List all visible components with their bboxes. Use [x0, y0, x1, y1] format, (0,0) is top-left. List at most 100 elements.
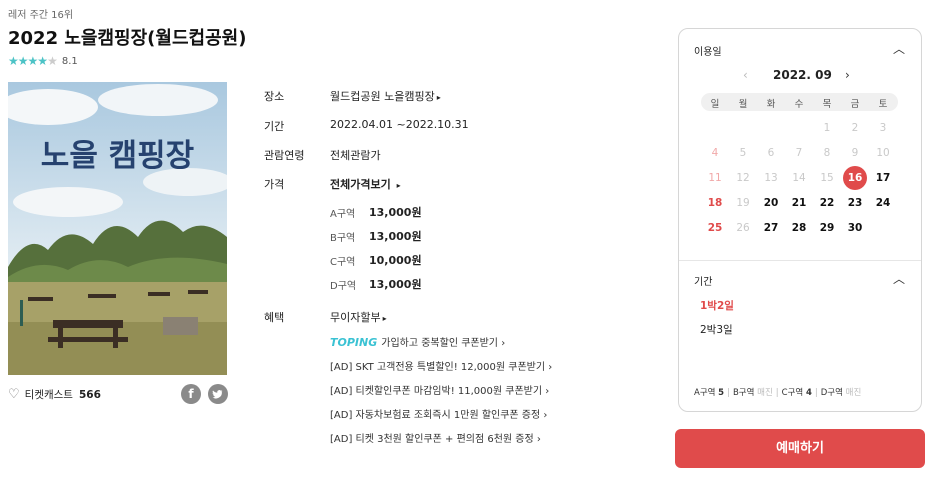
- price-amount: 13,000원: [369, 278, 422, 291]
- zone-availability: A구역 5 | B구역 매진 | C구역 4 | D구역 매진: [694, 388, 862, 398]
- weekday: 월: [738, 99, 748, 110]
- calendar-day[interactable]: 27: [757, 222, 785, 234]
- calendar-day[interactable]: 22: [813, 197, 841, 209]
- rating-stars: ★★★★★: [8, 54, 58, 68]
- ticketcast-like[interactable]: ♡ 티켓캐스트 566: [8, 387, 101, 402]
- calendar-day: 11: [708, 172, 722, 184]
- installment-link[interactable]: 무이자할부 ▸: [330, 309, 387, 325]
- weekday: 금: [850, 99, 860, 110]
- benefit-text: [AD] 티켓 3천원 할인쿠폰 + 편의점 6천원 증정: [330, 434, 534, 445]
- book-button[interactable]: 예매하기: [675, 429, 925, 468]
- zone-count: 매진: [845, 388, 862, 398]
- calendar-month: 2022. 09: [773, 68, 832, 82]
- calendar-day[interactable]: 21: [785, 197, 813, 209]
- poster-title: 노을 캠핑장: [40, 138, 195, 174]
- ticketcast-count: 566: [78, 388, 101, 401]
- date-section-title: 이용일: [694, 47, 722, 58]
- price-amount: 13,000원: [369, 230, 422, 243]
- next-month-icon[interactable]: ›: [845, 68, 850, 82]
- chevron-up-icon[interactable]: ︿: [893, 270, 905, 287]
- calendar-day: 15: [820, 172, 834, 184]
- age-value: 전체관람가: [330, 149, 381, 162]
- zone-name: C구역: [781, 388, 804, 398]
- zone-count: 5: [718, 388, 725, 398]
- benefit-link[interactable]: [AD] 자동차보험료 조회즉시 1만원 할인쿠폰 증정 ›: [330, 406, 547, 421]
- calendar-day[interactable]: 28: [785, 222, 813, 234]
- booking-panel: [678, 28, 922, 412]
- calendar-day[interactable]: 20: [757, 197, 785, 209]
- place-value: 월드컵공원 노을캠핑장: [330, 90, 435, 103]
- poster-image: 노을 캠핑장: [8, 82, 227, 375]
- weekday: 목: [822, 99, 832, 110]
- weekday: 화: [766, 99, 776, 110]
- calendar-day: 7: [795, 147, 803, 159]
- calendar-day[interactable]: 24: [869, 197, 897, 209]
- campsite-photo: [8, 82, 227, 375]
- duration-option-selected[interactable]: 1박2일: [700, 298, 734, 313]
- calendar-day: 6: [767, 147, 775, 159]
- chevron-up-icon[interactable]: ︿: [893, 40, 905, 57]
- twitter-bird-icon: [212, 390, 223, 399]
- price-zone: D구역: [330, 281, 357, 292]
- duration-option[interactable]: 2박3일: [700, 322, 733, 337]
- calendar-day: 26: [736, 222, 750, 234]
- calendar-day[interactable]: 18: [701, 197, 729, 209]
- rating-value: 8.1: [61, 55, 78, 67]
- prev-month-icon[interactable]: ‹: [743, 68, 748, 82]
- view-all-prices-link[interactable]: 전체가격보기 ▸: [330, 176, 401, 192]
- calendar-day[interactable]: 25: [701, 222, 729, 234]
- star-icon: ★: [27, 54, 39, 68]
- zone-name: B구역: [732, 388, 755, 398]
- price-zone: A구역: [330, 209, 356, 220]
- calendar-day: 4: [711, 147, 719, 159]
- benefit-text: 가입하고 중복할인 쿠폰받기: [381, 338, 499, 349]
- calendar-day[interactable]: 30: [841, 222, 869, 234]
- place-link[interactable]: 월드컵공원 노을캠핑장 ▸: [330, 88, 441, 104]
- heart-icon[interactable]: ♡: [8, 387, 20, 402]
- zone-count: 4: [805, 388, 812, 398]
- duration-section-title: 기간: [694, 277, 713, 288]
- weekday: 일: [710, 99, 720, 110]
- weekday: 토: [878, 99, 888, 110]
- benefit-link[interactable]: [AD] 티켓할인쿠폰 마감임박! 11,000원 쿠폰받기 ›: [330, 382, 549, 397]
- calendar-day[interactable]: 29: [813, 222, 841, 234]
- zone-count: 매진: [757, 388, 773, 398]
- price-amount: 10,000원: [369, 254, 422, 267]
- view-all-prices-text: 전체가격보기: [330, 178, 391, 191]
- period-value: 2022.04.01 ~2022.10.31: [330, 118, 469, 131]
- caret-right-icon: ▸: [396, 181, 401, 190]
- calendar-day: 8: [823, 147, 831, 159]
- twitter-share-icon[interactable]: [208, 384, 228, 404]
- calendar-day-selected[interactable]: 16: [843, 166, 867, 190]
- place-label: 장소: [264, 90, 285, 103]
- benefit-link[interactable]: [AD] SKT 고객전용 특별할인! 12,000원 쿠폰받기 ›: [330, 358, 552, 373]
- calendar-day[interactable]: 17: [869, 172, 897, 184]
- benefit-link[interactable]: TOPING 가입하고 중복할인 쿠폰받기 ›: [330, 334, 505, 349]
- calendar-day: 5: [739, 147, 747, 159]
- calendar-day: 13: [764, 172, 778, 184]
- toping-logo: TOPING: [330, 336, 378, 349]
- caret-right-icon: ▸: [382, 314, 387, 323]
- calendar-day: 10: [876, 147, 890, 159]
- price-label: 가격: [264, 178, 285, 191]
- calendar-day: 14: [792, 172, 806, 184]
- facebook-share-icon[interactable]: f: [181, 384, 201, 404]
- calendar-day: 9: [851, 147, 859, 159]
- calendar-day: 12: [736, 172, 750, 184]
- benefit-link[interactable]: [AD] 티켓 3천원 할인쿠폰 + 편의점 6천원 증정 ›: [330, 430, 541, 445]
- benefit-text: [AD] SKT 고객전용 특별할인! 12,000원 쿠폰받기: [330, 362, 546, 373]
- benefit-text: [AD] 티켓할인쿠폰 마감임박! 11,000원 쿠폰받기: [330, 386, 543, 397]
- calendar-day: 2: [851, 122, 859, 134]
- period-label: 기간: [264, 120, 285, 133]
- price-zone: C구역: [330, 257, 356, 268]
- weekday: 수: [794, 99, 804, 110]
- price-zone: B구역: [330, 233, 356, 244]
- weekly-rank: 레저 주간 16위: [8, 10, 74, 21]
- calendar-day: 1: [823, 122, 831, 134]
- star-icon: ★: [17, 54, 29, 68]
- page-title: 2022 노을캠핑장(월드컵공원): [8, 28, 247, 49]
- rating: ★★★★★ 8.1: [8, 54, 78, 68]
- calendar-day[interactable]: 23: [841, 197, 869, 209]
- benefit-label: 혜택: [264, 311, 285, 324]
- price-amount: 13,000원: [369, 206, 422, 219]
